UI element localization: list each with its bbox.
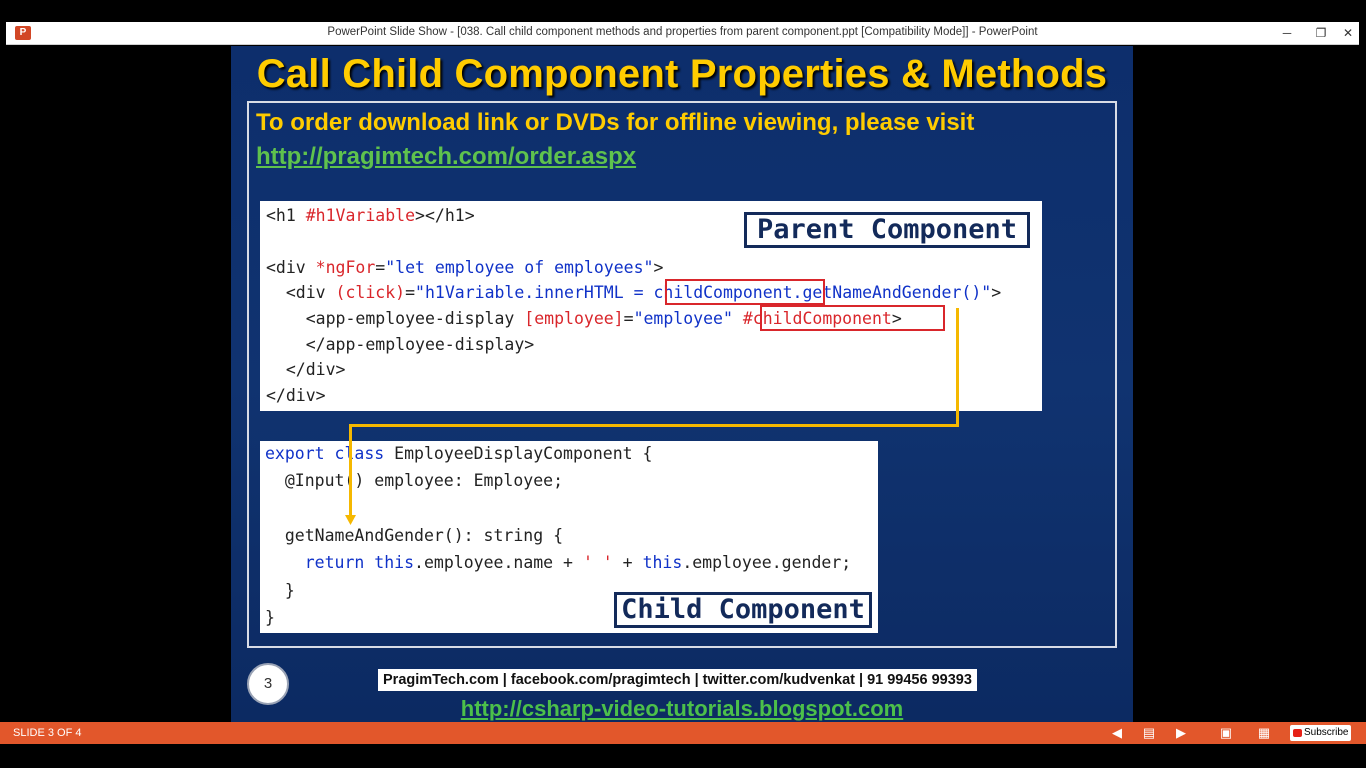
- order-link[interactable]: http://pragimtech.com/order.aspx: [256, 143, 636, 171]
- connector-line: [349, 424, 352, 517]
- slide-counter[interactable]: SLIDE 3 OF 4: [13, 727, 81, 739]
- code-line: @Input() employee: Employee;: [265, 471, 564, 490]
- arrow-head-icon: [345, 515, 356, 525]
- window-title-bar: P PowerPoint Slide Show - [038. Call chi…: [6, 22, 1359, 45]
- slide-sorter-icon[interactable]: ▦: [1256, 725, 1272, 741]
- code-line: }: [265, 608, 275, 627]
- close-button[interactable]: ✕: [1337, 24, 1359, 42]
- previous-icon[interactable]: ◀: [1109, 725, 1125, 741]
- code-line: </div>: [266, 386, 326, 405]
- window-title: PowerPoint Slide Show - [038. Call child…: [327, 26, 1038, 38]
- child-component-label: Child Component: [614, 592, 872, 628]
- child-code-block: export class EmployeeDisplayComponent { …: [260, 441, 878, 633]
- child-component-ref-highlight: [665, 279, 825, 305]
- code-line: <div (click)="h1Variable.innerHTML = chi…: [266, 283, 1002, 302]
- parent-component-label: Parent Component: [744, 212, 1030, 248]
- restore-button[interactable]: ❐: [1310, 24, 1332, 42]
- order-text: To order download link or DVDs for offli…: [256, 109, 975, 136]
- code-line: export class EmployeeDisplayComponent {: [265, 444, 653, 463]
- code-line: </app-employee-display>: [266, 335, 535, 354]
- code-line: <h1 #h1Variable></h1>: [266, 206, 475, 225]
- status-bar: SLIDE 3 OF 4 ◀ ▤ ▶ ▣ ▦ Subscribe: [0, 722, 1366, 744]
- minimize-button[interactable]: ─: [1276, 24, 1298, 42]
- slide-title: Call Child Component Properties & Method…: [256, 52, 1108, 96]
- template-ref-highlight: [760, 305, 945, 331]
- next-icon[interactable]: ▶: [1173, 725, 1189, 741]
- footer-link[interactable]: http://csharp-video-tutorials.blogspot.c…: [231, 696, 1133, 722]
- code-line: return this.employee.name + ' ' + this.e…: [304, 553, 852, 572]
- notes-icon[interactable]: ▤: [1141, 725, 1157, 741]
- subscribe-button[interactable]: Subscribe: [1290, 725, 1352, 741]
- code-line: <div *ngFor="let employee of employees">: [266, 258, 664, 277]
- slide[interactable]: Call Child Component Properties & Method…: [231, 46, 1133, 722]
- connector-line: [349, 424, 959, 427]
- code-line: getNameAndGender(): string {: [265, 526, 564, 545]
- connector-line: [956, 308, 959, 427]
- code-line: }: [265, 581, 295, 600]
- normal-view-icon[interactable]: ▣: [1218, 725, 1234, 741]
- parent-code-block: <h1 #h1Variable></h1> <div *ngFor="let e…: [260, 201, 1042, 411]
- footer-contacts: PragimTech.com | facebook.com/pragimtech…: [378, 669, 977, 691]
- code-line: </div>: [266, 360, 346, 379]
